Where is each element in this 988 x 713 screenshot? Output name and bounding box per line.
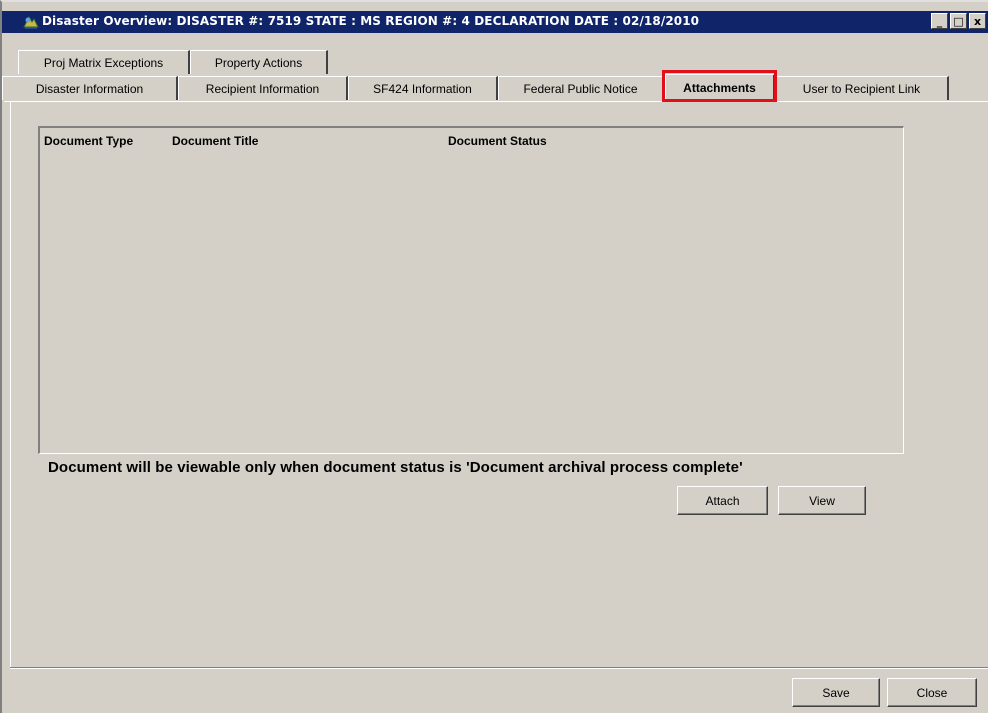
minimize-button[interactable]: _: [931, 13, 948, 29]
attach-button[interactable]: Attach: [677, 486, 768, 515]
tab-proj-matrix-exceptions[interactable]: Proj Matrix Exceptions: [18, 50, 190, 74]
title-bar: Disaster Overview: DISASTER #: 7519 STAT…: [2, 11, 988, 33]
tab-label: Proj Matrix Exceptions: [43, 55, 164, 70]
column-header-document-title[interactable]: Document Title: [172, 134, 258, 148]
window-title: Disaster Overview: DISASTER #: 7519 STAT…: [42, 14, 700, 28]
column-header-document-status[interactable]: Document Status: [448, 134, 547, 148]
tab-attachments[interactable]: Attachments: [665, 74, 775, 100]
view-button[interactable]: View: [778, 486, 866, 515]
tab-user-to-recipient-link[interactable]: User to Recipient Link: [775, 76, 949, 100]
tab-label: Recipient Information: [205, 81, 320, 96]
close-button[interactable]: Close: [887, 678, 977, 707]
close-window-button[interactable]: x: [969, 13, 986, 29]
tab-panel-edge: [4, 101, 988, 102]
tab-label: Property Actions: [214, 55, 303, 70]
tab-label: Disaster Information: [35, 81, 144, 96]
attachments-grid[interactable]: Document Type Document Title Document St…: [38, 126, 904, 454]
document-status-note: Document will be viewable only when docu…: [48, 459, 743, 476]
app-icon: [23, 15, 39, 29]
save-button[interactable]: Save: [792, 678, 880, 707]
tab-label: User to Recipient Link: [802, 81, 921, 96]
tab-recipient-information[interactable]: Recipient Information: [178, 76, 348, 100]
tab-federal-public-notice[interactable]: Federal Public Notice: [498, 76, 664, 100]
tab-label: Attachments: [683, 80, 756, 95]
panel-left-edge: [10, 102, 11, 668]
tab-label: SF424 Information: [373, 81, 472, 96]
tab-sf424-information[interactable]: SF424 Information: [348, 76, 498, 100]
column-header-document-type[interactable]: Document Type: [44, 134, 133, 148]
tab-disaster-information[interactable]: Disaster Information: [2, 76, 178, 100]
tab-label: Federal Public Notice: [523, 81, 638, 96]
footer-separator: [10, 667, 988, 669]
maximize-button[interactable]: □: [950, 13, 967, 29]
tab-property-actions[interactable]: Property Actions: [190, 50, 328, 74]
disaster-overview-window: Disaster Overview: DISASTER #: 7519 STAT…: [0, 0, 988, 713]
